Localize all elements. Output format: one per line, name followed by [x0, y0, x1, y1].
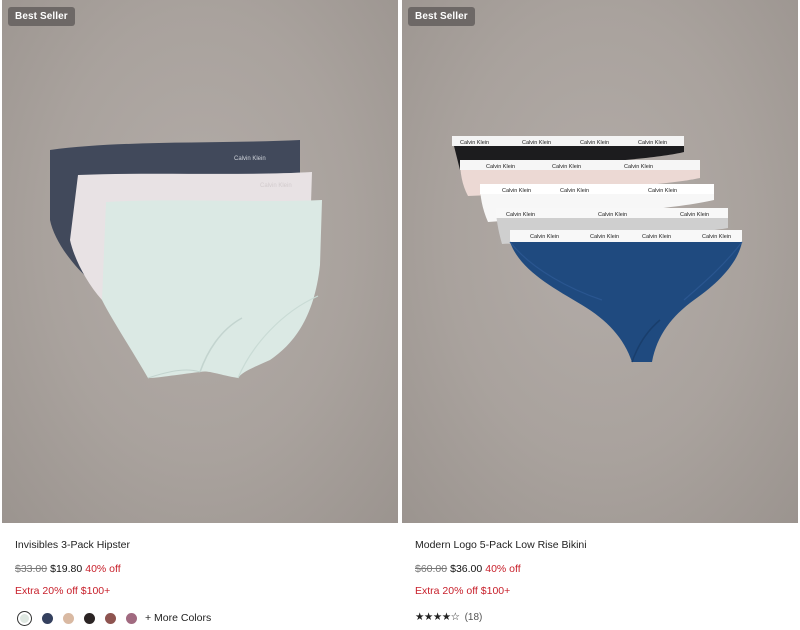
- waistband-logo-text: Calvin Klein: [560, 188, 589, 194]
- waistband-logo-text: Calvin Klein: [598, 212, 627, 218]
- discount-label: 40% off: [485, 563, 521, 575]
- waistband-logo-text: Calvin Klein: [680, 212, 709, 218]
- waistband-logo-text: Calvin Klein: [648, 188, 677, 194]
- waistband-logo-text: Calvin Klein: [522, 140, 551, 146]
- waistband-logo-text: Calvin Klein: [460, 140, 489, 146]
- bikini-5pack-image: Calvin Klein Calvin Klein Calvin Klein C…: [452, 136, 743, 363]
- waistband-logo-text: Calvin Klein: [552, 164, 581, 170]
- sale-price: $36.00: [450, 563, 483, 575]
- original-price: $33.00: [15, 563, 48, 575]
- waistband-logo-text: Calvin Klein: [486, 164, 515, 170]
- color-swatch-mauve[interactable]: [126, 612, 137, 624]
- color-swatch-rose[interactable]: [105, 612, 116, 624]
- price-row: $33.00 $19.80 40% off: [15, 563, 398, 575]
- product-grid: Calvin Klein Calvin Klein Best Seller In…: [0, 0, 800, 630]
- more-colors-link[interactable]: + More Colors: [145, 612, 211, 624]
- sale-price: $19.80: [50, 563, 83, 575]
- color-swatches: + More Colors: [15, 609, 398, 627]
- waistband-logo-text: Calvin Klein: [624, 164, 653, 170]
- waistband-logo-text: Calvin Klein: [502, 188, 531, 194]
- waistband-logo-text: Calvin Klein: [590, 234, 619, 240]
- waistband-logo-text-2: Calvin Klein: [260, 183, 292, 189]
- product-image[interactable]: Calvin Klein Calvin Klein Calvin Klein C…: [402, 0, 798, 523]
- promo-text: Extra 20% off $100+: [15, 585, 111, 597]
- product-card-invisibles-hipster[interactable]: Calvin Klein Calvin Klein Best Seller In…: [2, 0, 398, 627]
- waistband-logo-text: Calvin Klein: [506, 212, 535, 218]
- discount-label: 40% off: [85, 563, 121, 575]
- price-row: $60.00 $36.00 40% off: [415, 563, 798, 575]
- waistband-logo-text: Calvin Klein: [702, 234, 731, 240]
- product-name[interactable]: Modern Logo 5-Pack Low Rise Bikini: [415, 539, 798, 551]
- product-name[interactable]: Invisibles 3-Pack Hipster: [15, 539, 398, 551]
- waistband-logo-text: Calvin Klein: [530, 234, 559, 240]
- best-seller-badge: Best Seller: [408, 7, 475, 26]
- waistband-logo-text: Calvin Klein: [638, 140, 667, 146]
- color-swatch-navy[interactable]: [42, 612, 53, 624]
- star-rating-icon: ★★★★☆: [415, 611, 460, 623]
- color-swatch-nude[interactable]: [63, 612, 74, 624]
- hipster-3pack-image: Calvin Klein Calvin Klein: [50, 140, 322, 379]
- color-swatch-mint[interactable]: [17, 610, 32, 626]
- promo-text: Extra 20% off $100+: [415, 585, 511, 597]
- original-price: $60.00: [415, 563, 448, 575]
- product-card-modern-logo-bikini[interactable]: Calvin Klein Calvin Klein Calvin Klein C…: [402, 0, 798, 623]
- product-info: Modern Logo 5-Pack Low Rise Bikini $60.0…: [402, 539, 798, 623]
- rating[interactable]: ★★★★☆ (18): [415, 611, 798, 623]
- product-image[interactable]: Calvin Klein Calvin Klein Best Seller: [2, 0, 398, 523]
- review-count[interactable]: (18): [465, 612, 483, 623]
- product-info: Invisibles 3-Pack Hipster $33.00 $19.80 40…: [2, 539, 398, 627]
- waistband-logo-text: Calvin Klein: [580, 140, 609, 146]
- waistband-logo-text: Calvin Klein: [642, 234, 671, 240]
- color-swatch-black[interactable]: [84, 612, 95, 624]
- best-seller-badge: Best Seller: [8, 7, 75, 26]
- waistband-logo-text: Calvin Klein: [234, 156, 266, 162]
